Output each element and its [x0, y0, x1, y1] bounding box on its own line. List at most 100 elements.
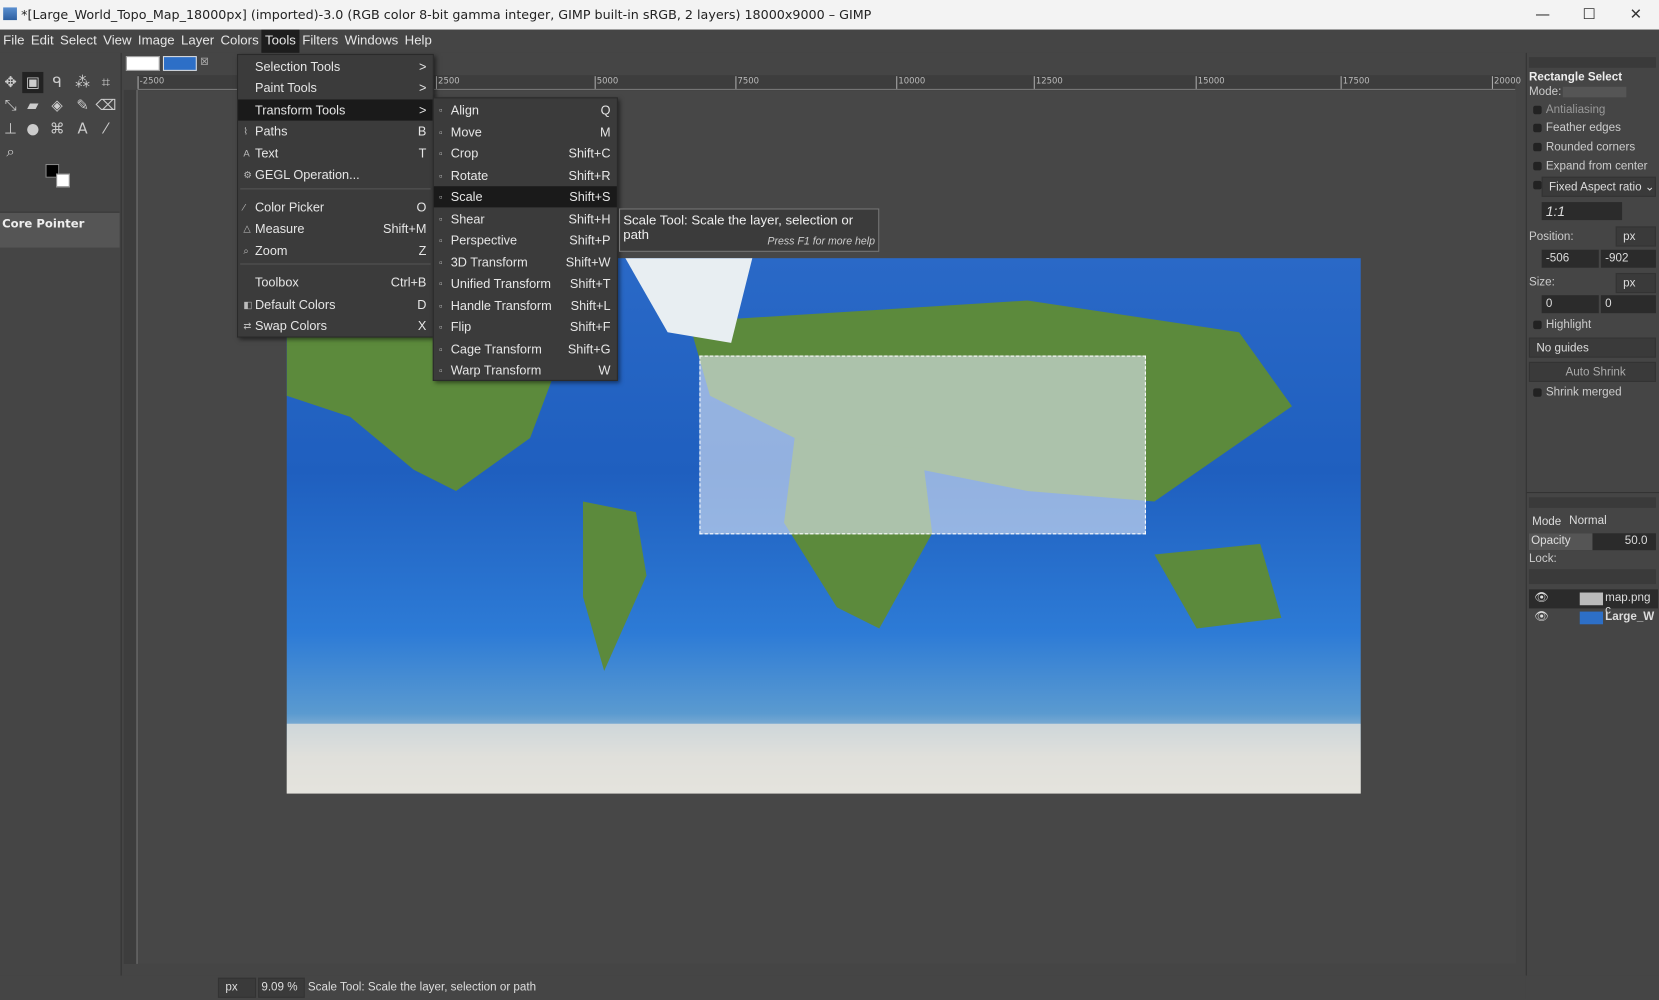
tools-menu-item-default-colors[interactable]: ◧ Default Colors D — [238, 294, 433, 315]
size-unit-dropdown[interactable]: px — [1615, 272, 1656, 294]
unit-dropdown[interactable]: px — [217, 977, 257, 998]
tools-menu-item-swap-colors[interactable]: ⇄ Swap Colors X — [238, 315, 433, 336]
tools-menu-item-paths[interactable]: ⌇ Paths B — [238, 121, 433, 142]
menu-view[interactable]: View — [100, 30, 135, 53]
ratio-field[interactable]: 1:1 — [1541, 202, 1623, 221]
transform-menu-item-warp-transform[interactable]: ▫ Warp Transform W — [434, 360, 617, 381]
menu-image[interactable]: Image — [135, 30, 178, 53]
warp-tool-icon[interactable]: ⤡ — [0, 95, 21, 116]
antialiasing-checkbox[interactable]: Antialiasing — [1546, 104, 1606, 117]
rotate-tool-icon: ▫ — [439, 169, 443, 181]
move-tool-icon[interactable]: ✥ — [0, 72, 21, 93]
menu-colors[interactable]: Colors — [217, 30, 262, 53]
layers-dock-tabs[interactable] — [1528, 497, 1656, 508]
tools-menu-item-color-picker[interactable]: ⁄ Color Picker O — [238, 197, 433, 218]
layer-row[interactable]: 👁 map.png c — [1528, 589, 1659, 617]
transform-menu-item-shear[interactable]: ▫ Shear Shift+H — [434, 208, 617, 229]
tool-options-title: Rectangle Select — [1528, 70, 1623, 84]
transform-menu-item-crop[interactable]: ▫ Crop Shift+C — [434, 143, 617, 164]
auto-shrink-button[interactable]: Auto Shrink — [1528, 361, 1656, 382]
transform-menu-item-rotate[interactable]: ▫ Rotate Shift+R — [434, 165, 617, 186]
shrink-merged-checkbox[interactable]: Shrink merged — [1546, 386, 1622, 399]
transform-menu-item-flip[interactable]: ▫ Flip Shift+F — [434, 316, 617, 337]
text-tool-icon[interactable]: A — [72, 119, 93, 140]
smudge-tool-icon[interactable]: ● — [22, 119, 43, 140]
vertical-ruler[interactable] — [123, 89, 138, 964]
visibility-eye-icon[interactable]: 👁 — [1534, 609, 1549, 624]
tools-menu-item-gegl-operation-[interactable]: ⚙ GEGL Operation... — [238, 164, 433, 185]
tools-menu-item-text[interactable]: A Text T — [238, 143, 433, 164]
size-label: Size: — [1528, 276, 1555, 289]
transform-menu-item-move[interactable]: ▫ Move M — [434, 121, 617, 142]
layer-row[interactable]: 👁 Large_W — [1529, 608, 1658, 627]
perspective-tool-icon[interactable]: ▰ — [22, 95, 43, 116]
fuzzy-select-tool-icon[interactable]: ⁂ — [72, 72, 93, 93]
position-unit-dropdown[interactable]: px — [1615, 226, 1656, 247]
fixed-aspect-dropdown[interactable]: Fixed Aspect ratio ⌄ — [1541, 176, 1656, 197]
guides-dropdown[interactable]: No guides — [1528, 337, 1656, 358]
tools-menu-item-toolbox[interactable]: Toolbox Ctrl+B — [238, 272, 433, 293]
eraser-icon[interactable]: ⌫ — [95, 95, 116, 116]
transform-menu-item-align[interactable]: ▫ Align Q — [434, 99, 617, 120]
ruler-tick-label: 15000 — [1195, 76, 1225, 89]
transform-menu-item-cage-transform[interactable]: ▫ Cage Transform Shift+G — [434, 338, 617, 359]
measure-icon: △ — [243, 223, 251, 234]
move-tool-icon: ▫ — [439, 126, 443, 138]
expand-from-center-checkbox[interactable]: Expand from center — [1546, 160, 1648, 173]
zoom-tool-icon[interactable]: ⌕ — [0, 142, 21, 163]
layer-mode-label: Mode — [1532, 515, 1562, 528]
feather-edges-checkbox[interactable]: Feather edges — [1546, 122, 1621, 135]
menu-tools[interactable]: Tools — [261, 29, 300, 53]
tools-menu-item-paint-tools[interactable]: Paint Tools > — [238, 77, 433, 98]
size-width-field[interactable]: 0 — [1541, 295, 1599, 314]
minimize-button[interactable]: — — [1519, 0, 1566, 30]
transform-menu-item-3d-transform[interactable]: ▫ 3D Transform Shift+W — [434, 251, 617, 272]
close-button[interactable]: ✕ — [1613, 0, 1659, 30]
transform-menu-item-unified-transform[interactable]: ▫ Unified Transform Shift+T — [434, 273, 617, 294]
paintbrush-icon[interactable]: ✎ — [72, 95, 93, 116]
paths-tool-icon[interactable]: ⌘ — [47, 119, 68, 140]
position-x-field[interactable]: -506 — [1541, 249, 1599, 268]
rect-select-tool-icon[interactable]: ▣ — [22, 71, 44, 94]
menu-select[interactable]: Select — [57, 30, 100, 53]
visibility-eye-icon[interactable]: 👁 — [1534, 590, 1549, 604]
lasso-tool-icon[interactable]: ᑫ — [47, 72, 68, 93]
bucket-fill-icon[interactable]: ◈ — [47, 95, 68, 116]
menu-filters[interactable]: Filters — [299, 30, 341, 53]
background-color[interactable] — [56, 173, 70, 188]
color-picker-tool-icon[interactable]: ⁄ — [95, 119, 116, 140]
dock-tabs[interactable] — [1528, 57, 1656, 68]
ruler-tick-label: 2500 — [435, 76, 460, 89]
crop-tool-icon[interactable]: ⌗ — [95, 72, 116, 93]
highlight-checkbox[interactable]: Highlight — [1546, 318, 1591, 331]
tools-menu-item-transform-tools[interactable]: Transform Tools > — [238, 99, 433, 121]
transform-menu-item-scale[interactable]: ▫ Scale Shift+S — [433, 186, 617, 208]
rounded-corners-checkbox[interactable]: Rounded corners — [1546, 141, 1635, 154]
menu-file[interactable]: File — [0, 30, 28, 53]
clone-tool-icon[interactable]: ⊥ — [0, 119, 21, 140]
mode-label: Mode: — [1528, 85, 1562, 99]
transform-menu-item-handle-transform[interactable]: ▫ Handle Transform Shift+L — [434, 295, 617, 316]
size-height-field[interactable]: 0 — [1600, 295, 1656, 314]
close-tab-icon[interactable]: ⊠ — [200, 56, 209, 68]
tools-menu-item-measure[interactable]: △ Measure Shift+M — [238, 218, 433, 239]
tooltip: Scale Tool: Scale the layer, selection o… — [618, 208, 880, 252]
position-y-field[interactable]: -902 — [1600, 249, 1656, 268]
image-tab-thumbnail-active[interactable] — [162, 56, 197, 71]
maximize-button[interactable]: ☐ — [1566, 0, 1613, 30]
ruler-tick-label: -2500 — [137, 76, 164, 89]
zoom-dropdown[interactable]: 9.09 % — [258, 977, 305, 998]
ruler-tick-label: 20000 — [1491, 76, 1521, 89]
menu-windows[interactable]: Windows — [341, 30, 401, 53]
selection-mode-buttons[interactable] — [1562, 86, 1627, 98]
tools-menu-item-selection-tools[interactable]: Selection Tools > — [238, 56, 433, 77]
rectangle-selection[interactable] — [699, 355, 1146, 535]
opacity-slider[interactable]: Opacity 50.0 — [1528, 533, 1656, 551]
transform-menu-item-perspective[interactable]: ▫ Perspective Shift+P — [434, 230, 617, 251]
menu-layer[interactable]: Layer — [178, 30, 217, 53]
image-tab-thumbnail[interactable] — [125, 56, 160, 71]
menu-help[interactable]: Help — [401, 30, 435, 53]
tools-menu-item-zoom[interactable]: ⌕ Zoom Z — [238, 240, 433, 261]
menu-edit[interactable]: Edit — [28, 30, 57, 53]
layer-mode-dropdown[interactable]: Normal — [1563, 511, 1620, 531]
